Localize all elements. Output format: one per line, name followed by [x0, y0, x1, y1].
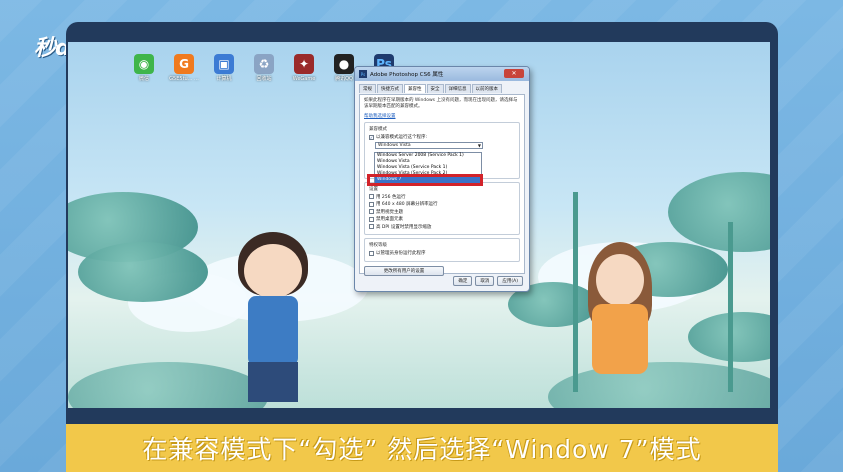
tab-previous-versions[interactable]: 以前的版本 — [471, 84, 502, 93]
photoshop-icon: Ps — [359, 70, 367, 78]
tab-details[interactable]: 详细信息 — [444, 84, 471, 93]
cancel-button[interactable]: 取消 — [475, 276, 495, 286]
computer-icon: ▣ — [214, 54, 234, 74]
setting-checkbox[interactable] — [369, 216, 374, 222]
admin-checkbox[interactable] — [369, 250, 374, 256]
privilege-group-title: 特权等级 — [369, 243, 387, 248]
desktop-icon-computer[interactable]: ▣ 计算机 — [208, 54, 240, 82]
compat-checkbox-row[interactable]: ✓ 以兼容模式运行这个程序: — [369, 134, 515, 140]
setting-checkbox[interactable] — [369, 194, 374, 199]
setting-row[interactable]: 用 256 色运行 — [369, 194, 515, 200]
os-select[interactable]: Windows Vista ▼ — [375, 141, 483, 149]
setting-row[interactable]: 高 DPI 设置时禁用显示缩放 — [369, 224, 515, 230]
desktop-icon-wechat[interactable]: ◉ 微信 — [128, 54, 160, 82]
privilege-group: 特权等级 以管理员身份运行此程序 — [364, 238, 520, 262]
dialog-titlebar[interactable]: Ps Adobe Photoshop CS6 属性 — [355, 67, 529, 81]
tab-shortcut[interactable]: 快捷方式 — [377, 84, 403, 93]
desktop-icon-game[interactable]: ✦ WeGame — [288, 54, 320, 82]
desktop-icon-app[interactable]: G G5E5tu... ... — [168, 54, 200, 82]
caption-text: 在兼容模式下“勾选” 然后选择“Window 7”模式 — [142, 435, 702, 464]
setting-checkbox[interactable] — [369, 201, 374, 207]
tab-security[interactable]: 安全 — [426, 84, 444, 93]
apply-button[interactable]: 应用(A) — [497, 276, 523, 286]
game-icon: ✦ — [294, 54, 314, 74]
lotus-stem — [573, 192, 578, 392]
setting-row[interactable]: 用 640 x 480 屏幕分辨率运行 — [369, 201, 515, 207]
lotus-leaf — [68, 362, 268, 408]
setting-checkbox[interactable] — [369, 209, 374, 214]
lotus-leaf — [668, 172, 770, 252]
ok-button[interactable]: 确定 — [453, 276, 473, 286]
tab-general[interactable]: 常规 — [359, 84, 376, 93]
settings-group: 设置 用 256 色运行 用 640 x 480 屏幕分辨率运行 禁用视觉主题 … — [364, 181, 520, 235]
app-icon: G — [174, 54, 194, 74]
setting-checkbox[interactable] — [369, 224, 374, 229]
chevron-down-icon: ▼ — [477, 142, 481, 148]
lotus-stem — [728, 222, 733, 392]
setting-row[interactable]: 禁用视觉主题 — [369, 209, 515, 215]
lotus-leaf — [78, 242, 208, 302]
desktop-icon-recycle-bin[interactable]: ♻ 回收站 — [248, 54, 280, 82]
setting-row[interactable]: 禁用桌面元素 — [369, 216, 515, 222]
tab-compatibility[interactable]: 兼容性 — [404, 84, 426, 93]
change-all-users-button[interactable]: 更改所有用户的设置 — [364, 265, 444, 276]
lotus-leaf — [548, 362, 770, 408]
settings-group-title: 设置 — [369, 186, 378, 192]
dialog-footer: 确定 取消 应用(A) — [453, 276, 523, 286]
caption-bar: 在兼容模式下“勾选” 然后选择“Window 7”模式 — [66, 424, 778, 472]
highlight-box — [367, 174, 483, 186]
compat-checkbox[interactable]: ✓ — [369, 134, 374, 140]
wechat-icon: ◉ — [134, 54, 154, 74]
dialog-title: Adobe Photoshop CS6 属性 — [370, 72, 444, 78]
help-link[interactable]: 帮助我选择设置 — [364, 113, 520, 119]
dialog-tabs: 常规 快捷方式 兼容性 安全 详细信息 以前的版本 — [355, 81, 529, 93]
qq-icon: ● — [334, 54, 354, 74]
recycle-bin-icon: ♻ — [254, 54, 274, 74]
compat-group-title: 兼容模式 — [369, 127, 387, 132]
privilege-row[interactable]: 以管理员身份运行此程序 — [369, 250, 515, 256]
close-button[interactable]: ✕ — [504, 69, 524, 78]
compat-description: 如果此程序在早期版本的 Windows 上没有问题，而现在出现问题，请选择与该早… — [364, 98, 518, 109]
